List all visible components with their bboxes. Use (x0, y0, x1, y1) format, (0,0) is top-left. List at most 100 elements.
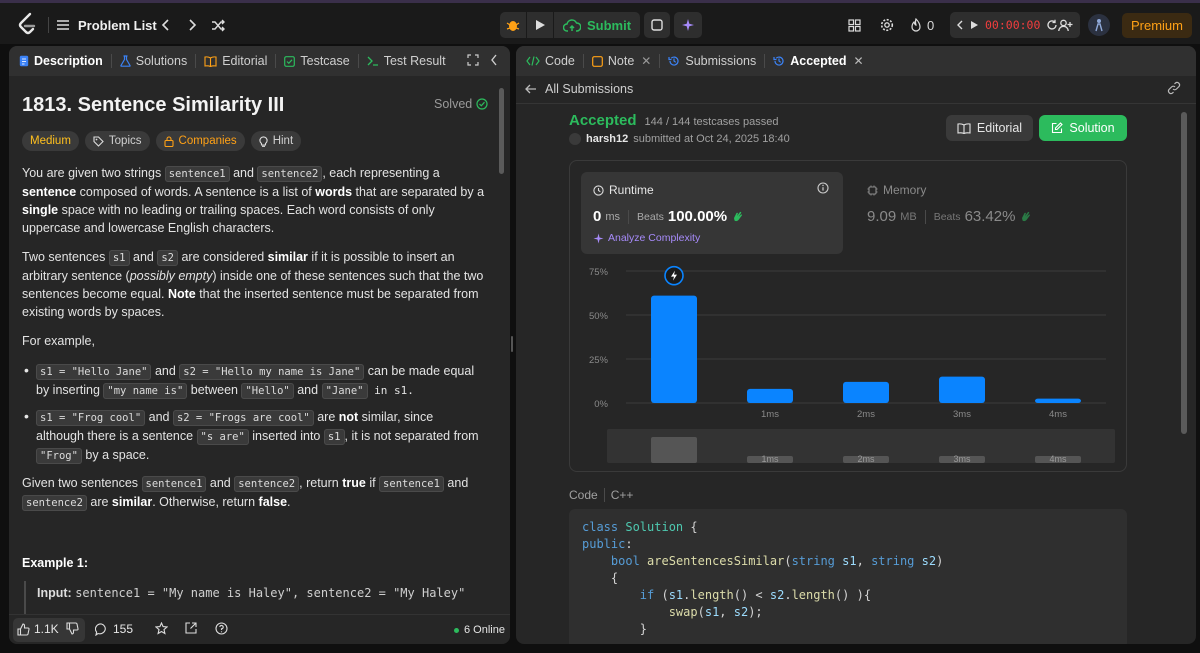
solved-label: Solved (434, 97, 473, 111)
code-header: Code C++ (569, 488, 633, 502)
hint-tag[interactable]: Hint (250, 131, 302, 151)
all-submissions-label: All Submissions (545, 82, 634, 96)
prev-problem-button[interactable] (156, 15, 176, 35)
online-indicator: 6 Online (454, 624, 505, 636)
chart-x-tick-label: 2ms (857, 409, 875, 420)
like-button[interactable]: 1.1K (17, 622, 59, 636)
chart-y-tick-label: 0% (594, 399, 608, 410)
avatar[interactable] (1088, 14, 1110, 36)
link-icon (1167, 81, 1181, 95)
like-count: 1.1K (34, 622, 59, 636)
sparkle-icon (593, 233, 604, 243)
tag-icon (93, 135, 104, 147)
for-example-text: For example, (22, 334, 95, 348)
lightbulb-icon (259, 136, 268, 147)
language-label: C++ (610, 488, 634, 502)
chip-icon (867, 185, 878, 195)
online-dot (454, 627, 459, 633)
submitter-name[interactable]: harsh12 (586, 133, 628, 145)
close-icon[interactable]: ✕ (854, 54, 864, 68)
tab-testcase[interactable]: Testcase (276, 46, 357, 76)
copy-link-button[interactable] (1167, 81, 1181, 98)
difficulty-badge[interactable]: Medium (22, 131, 79, 151)
example-bullet-2: • s1 = "Frog cool" and s2 = "Frogs are c… (24, 408, 479, 464)
back-to-submissions[interactable]: All Submissions (525, 79, 633, 99)
debug-button[interactable] (500, 12, 526, 38)
tab-accepted[interactable]: Accepted ✕ (765, 46, 871, 76)
collapse-button[interactable] (490, 54, 498, 69)
thumbs-down-icon (66, 622, 79, 635)
tab-code[interactable]: Code (516, 46, 583, 76)
topics-tag[interactable]: Topics (84, 131, 150, 151)
help-button[interactable] (215, 622, 228, 638)
chart-y-tick-label: 50% (589, 311, 609, 322)
tab-code-label: Code (545, 54, 575, 68)
comments-button[interactable]: 155 (95, 622, 133, 636)
solution-button[interactable]: Solution (1039, 115, 1127, 141)
memory-beats-value: 63.42% (964, 208, 1016, 225)
layout-button[interactable] (844, 15, 864, 35)
history-icon (668, 56, 679, 66)
testcases-passed: 144 / 144 testcases passed (644, 116, 779, 128)
favorite-button[interactable] (154, 621, 169, 638)
chart-x-tick-label: 1ms (761, 409, 779, 420)
memory-value-row: 9.09 MB Beats 63.42% (867, 208, 1032, 225)
tag-row: Medium Topics Companies Hint (22, 131, 302, 151)
invite-button[interactable] (1054, 15, 1076, 35)
check-circle-icon (476, 98, 488, 110)
panel-resize-handle[interactable] (511, 336, 513, 352)
editorial-button-label: Editorial (976, 121, 1023, 135)
difficulty-label: Medium (30, 135, 71, 147)
runtime-distribution-chart[interactable]: 0% 25% 50% 75% 1ms 2ms 3ms 4ms 1ms 2ms 3ms 4ms (570, 259, 1126, 471)
runtime-card[interactable]: Runtime 0 ms Beats 100.00% Analyze Compl… (581, 172, 843, 254)
submission-scrollbar[interactable] (1181, 112, 1187, 434)
analyze-complexity-label: Analyze Complexity (608, 232, 701, 244)
next-problem-button[interactable] (182, 15, 202, 35)
close-icon[interactable]: ✕ (641, 54, 651, 68)
analyze-complexity-button[interactable]: Analyze Complexity (593, 232, 700, 244)
code-icon (526, 56, 540, 66)
problem-list-button[interactable]: Problem List (56, 14, 157, 36)
description-scrollbar[interactable] (499, 88, 504, 174)
companies-tag[interactable]: Companies (155, 131, 245, 151)
document-icon (19, 55, 29, 67)
clap-icon (1022, 211, 1031, 222)
description-paragraph-1: You are given two strings sentence1 and … (22, 166, 485, 235)
tab-description[interactable]: Description (9, 46, 111, 76)
settings-button[interactable] (877, 15, 897, 35)
chart-x-tick-label: 4ms (1049, 409, 1067, 420)
leetcode-logo-icon[interactable] (16, 12, 38, 36)
maximize-button[interactable] (467, 54, 479, 69)
share-button[interactable] (185, 622, 197, 637)
editorial-button[interactable]: Editorial (946, 115, 1033, 141)
ai-assist-button[interactable] (674, 12, 702, 38)
tab-note[interactable]: Note ✕ (584, 46, 659, 76)
cloud-upload-icon (562, 18, 581, 32)
memory-header: Memory (867, 183, 926, 197)
tab-solutions[interactable]: Solutions (112, 46, 195, 76)
chart-navigator-label: 1ms (761, 454, 779, 464)
user-avatar[interactable] (569, 133, 581, 145)
memory-card[interactable]: Memory 9.09 MB Beats 63.42% (867, 172, 1097, 254)
timer-value: 00:00:00 (985, 18, 1041, 32)
dislike-button[interactable] (66, 622, 79, 638)
notes-button[interactable] (644, 12, 670, 38)
bullet-dot: • (24, 362, 29, 378)
status-accepted: Accepted (569, 112, 637, 129)
premium-button[interactable]: Premium (1122, 13, 1192, 38)
code-content: class Solution { public: bool areSentenc… (582, 520, 944, 636)
example-bullet-1: • s1 = "Hello Jane" and s2 = "Hello my n… (24, 362, 475, 399)
shuffle-button[interactable] (208, 15, 228, 35)
tab-submissions[interactable]: Submissions (660, 46, 764, 76)
runtime-info-button[interactable] (817, 182, 829, 197)
submit-label: Submit (586, 17, 632, 33)
tab-editorial[interactable]: Editorial (196, 46, 275, 76)
tab-test-result[interactable]: Test Result (359, 46, 454, 76)
submitted-code[interactable]: class Solution { public: bool areSentenc… (569, 509, 1127, 644)
chart-bar (1035, 398, 1081, 403)
run-button[interactable] (527, 12, 553, 38)
submitted-at: submitted at Oct 24, 2025 18:40 (633, 133, 790, 145)
submit-button[interactable]: Submit (554, 12, 640, 38)
runtime-beats-label: Beats (637, 210, 664, 223)
streak-counter[interactable]: 0 (910, 15, 934, 35)
